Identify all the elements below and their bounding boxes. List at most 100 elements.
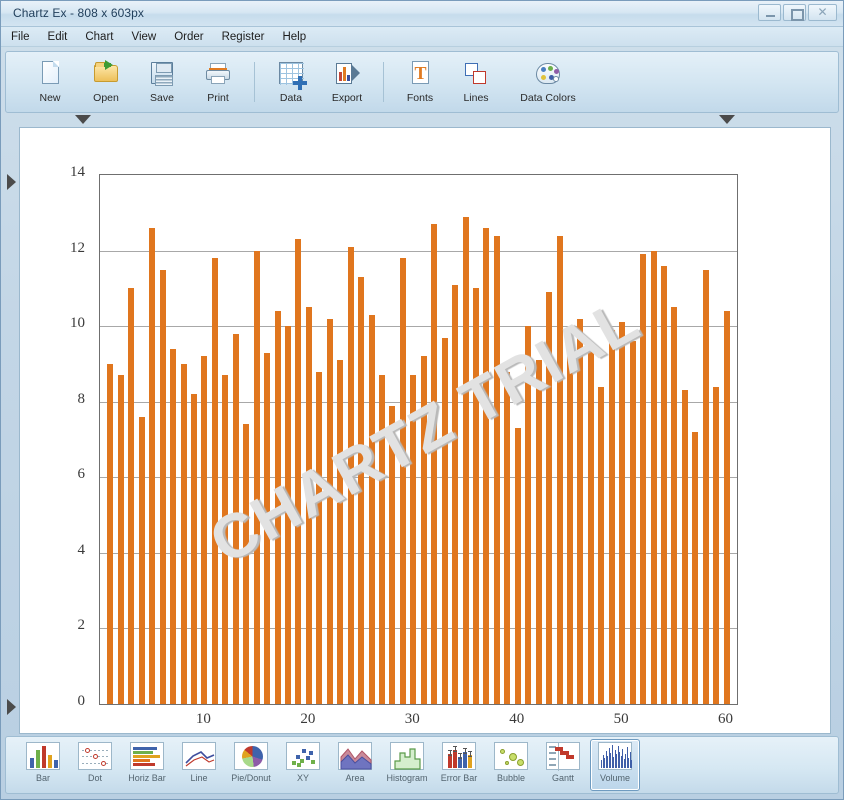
lines-icon: [461, 59, 491, 89]
toolbar-button-lines[interactable]: Lines: [448, 54, 504, 110]
toolbar-button-new[interactable]: New: [22, 54, 78, 110]
toolbar-separator: [383, 62, 384, 102]
bar: [253, 250, 260, 704]
toolbar-button-save[interactable]: Save: [134, 54, 190, 110]
gallery-button-area[interactable]: Area: [330, 739, 380, 791]
bar: [399, 258, 406, 704]
bar: [337, 360, 344, 704]
area-chart-icon: [338, 742, 372, 770]
y-tick-label: 10: [70, 315, 85, 332]
bar-series: [100, 175, 737, 704]
bar: [441, 337, 448, 704]
gallery-button-error-bar[interactable]: Error Bar: [434, 739, 484, 791]
bar: [577, 318, 584, 704]
toolbar-label: New: [39, 92, 61, 104]
bar: [180, 363, 187, 704]
close-button[interactable]: ✕: [808, 4, 837, 21]
minimize-button[interactable]: [758, 4, 781, 21]
data-grid-icon: [276, 59, 307, 90]
gallery-button-bar[interactable]: Bar: [18, 739, 68, 791]
export-icon: [332, 59, 362, 89]
gallery-button-xy[interactable]: XY: [278, 739, 328, 791]
left-top-handle-icon[interactable]: [7, 174, 16, 190]
bar: [211, 258, 218, 704]
bar: [358, 277, 365, 704]
x-tick-label: 40: [509, 711, 525, 727]
menu-bar: File Edit Chart View Order Register Help: [1, 27, 843, 47]
bar: [483, 227, 490, 704]
line-chart-icon: [182, 742, 216, 770]
bar: [671, 307, 678, 704]
top-left-handle-icon[interactable]: [75, 115, 91, 124]
gallery-button-label: Line: [190, 773, 208, 783]
title-bar: Chartz Ex - 808 x 603px ✕: [1, 1, 843, 27]
top-right-handle-icon[interactable]: [719, 115, 735, 124]
gallery-button-bubble[interactable]: Bubble: [486, 739, 536, 791]
y-tick-label: 6: [77, 466, 86, 483]
main-toolbar: New Open Save Print Data Export T Fonts …: [5, 51, 839, 113]
gallery-button-label: XY: [296, 773, 309, 783]
menu-item-view[interactable]: View: [131, 31, 156, 43]
maximize-button[interactable]: [783, 4, 806, 21]
menu-item-chart[interactable]: Chart: [85, 31, 113, 43]
bar: [326, 318, 333, 704]
gallery-button-label: Bar: [35, 773, 50, 783]
gallery-button-gantt[interactable]: Gantt: [538, 739, 588, 791]
toolbar-button-data[interactable]: Data: [263, 54, 319, 110]
toolbar-label: Data Colors: [520, 92, 576, 104]
bar: [170, 348, 177, 704]
toolbar-button-print[interactable]: Print: [190, 54, 246, 110]
bar: [462, 216, 469, 704]
menu-item-register[interactable]: Register: [222, 31, 265, 43]
dot-plot-icon: [78, 742, 112, 770]
histogram-icon: [390, 742, 424, 770]
bar: [713, 386, 720, 704]
bar: [379, 375, 385, 704]
plot-area[interactable]: [99, 174, 738, 705]
chart-surface[interactable]: 0 2 4 6 8 10 12 14 10 20 30 40 50 60 CHARTZ TRIAL: [19, 127, 831, 734]
gallery-button-histogram[interactable]: Histogram: [382, 739, 432, 791]
x-tick-label: 60: [718, 711, 734, 727]
bar: [149, 227, 156, 704]
bar: [128, 288, 135, 704]
gallery-button-label: Error Bar: [440, 773, 478, 783]
gallery-button-label: Horiz Bar: [128, 773, 166, 783]
bar: [723, 311, 730, 704]
toolbar-label: Open: [93, 92, 119, 104]
menu-item-help[interactable]: Help: [282, 31, 306, 43]
gallery-button-line[interactable]: Line: [174, 739, 224, 791]
x-tick-label: 20: [300, 711, 316, 727]
bar: [587, 348, 594, 704]
gallery-button-label: Histogram: [386, 773, 428, 783]
gallery-button-pie-donut[interactable]: Pie/Donut: [226, 739, 276, 791]
gallery-button-horiz-bar[interactable]: Horiz Bar: [122, 739, 172, 791]
toolbar-button-export[interactable]: Export: [319, 54, 375, 110]
toolbar-button-open[interactable]: Open: [78, 54, 134, 110]
chart-type-gallery: Bar Dot Horiz Bar Line Pie/Donut XY Area Histog…: [5, 736, 839, 794]
xy-scatter-icon: [286, 742, 320, 770]
bar: [619, 322, 626, 704]
toolbar-label: Data: [279, 92, 303, 104]
bar: [692, 431, 699, 704]
menu-item-file[interactable]: File: [11, 31, 30, 43]
toolbar-button-fonts[interactable]: Fonts: [392, 54, 448, 110]
menu-item-edit[interactable]: Edit: [48, 31, 68, 43]
new-page-icon: [35, 59, 65, 89]
bar: [264, 352, 271, 704]
toolbar-button-data-colors[interactable]: Data Colors: [504, 54, 592, 110]
bar: [274, 311, 281, 704]
bar: [514, 428, 521, 704]
left-bottom-handle-icon[interactable]: [7, 699, 16, 715]
gallery-button-label: Bubble: [496, 773, 526, 783]
color-palette-icon: [533, 59, 563, 89]
pie-chart-icon: [234, 742, 268, 770]
bar: [493, 235, 500, 704]
gallery-button-dot[interactable]: Dot: [70, 739, 120, 791]
y-tick-label: 14: [70, 164, 85, 180]
gallery-button-volume[interactable]: Volume: [590, 739, 640, 791]
y-tick-label: 12: [70, 239, 85, 256]
toolbar-label: Print: [207, 92, 229, 104]
volume-chart-icon: [598, 742, 633, 770]
menu-item-order[interactable]: Order: [174, 31, 203, 43]
fonts-icon: [405, 59, 435, 89]
